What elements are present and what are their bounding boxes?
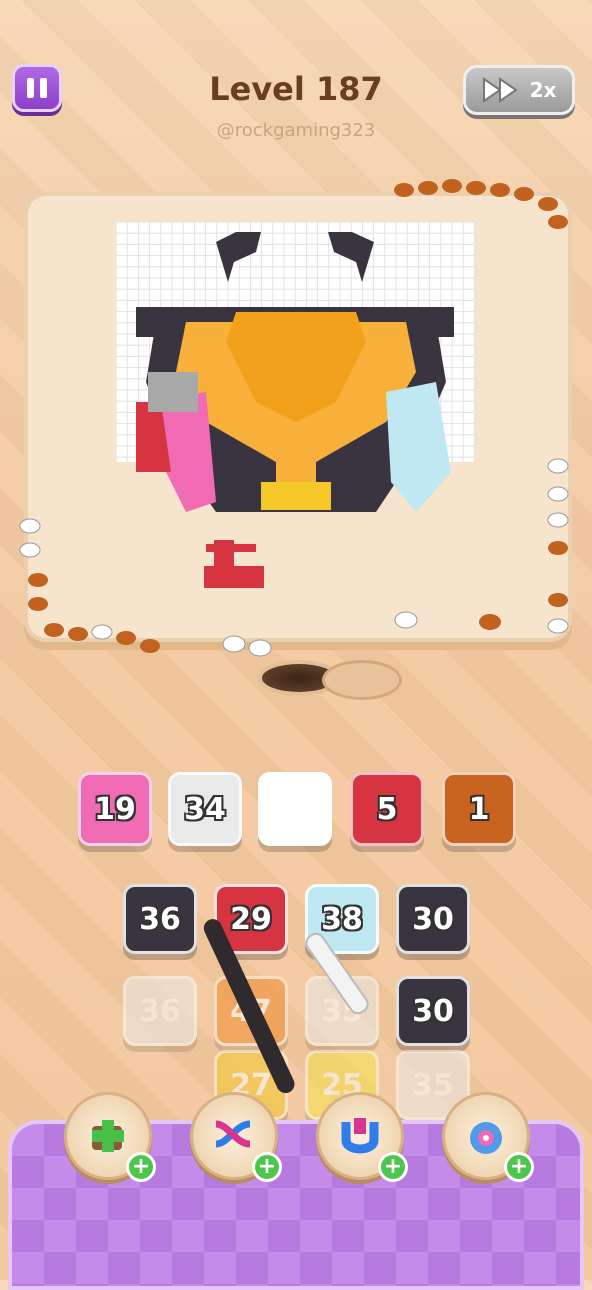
speed-label: 2x bbox=[529, 78, 557, 102]
ant-trail-top bbox=[394, 179, 568, 229]
bank-slot[interactable]: 19 bbox=[78, 772, 152, 846]
ant-trail-left bbox=[19, 518, 160, 653]
red-pieces bbox=[204, 540, 264, 588]
fast-forward-icon bbox=[482, 77, 518, 103]
flower-icon bbox=[470, 1122, 502, 1154]
player-handle: @rockgaming323 bbox=[216, 120, 376, 141]
bank-slot[interactable]: 1 bbox=[442, 772, 516, 846]
number-tile[interactable]: 30 bbox=[396, 976, 470, 1046]
magnet-icon bbox=[341, 1118, 379, 1154]
bank-slot-empty[interactable] bbox=[258, 772, 332, 846]
plus-icon[interactable]: + bbox=[126, 1152, 156, 1182]
number-tile[interactable]: 36 bbox=[123, 976, 197, 1046]
number-tile[interactable]: 30 bbox=[396, 884, 470, 954]
speed-button[interactable]: 2x bbox=[463, 65, 575, 115]
plus-icon[interactable]: + bbox=[378, 1152, 408, 1182]
pixel-art-trophy bbox=[116, 222, 474, 552]
bank-slot[interactable]: 34 bbox=[168, 772, 242, 846]
ant-trail-right bbox=[547, 458, 569, 634]
plus-icon[interactable]: + bbox=[252, 1152, 282, 1182]
add-box-icon bbox=[92, 1120, 124, 1152]
plus-icon[interactable]: + bbox=[504, 1152, 534, 1182]
shuffle-icon bbox=[215, 1120, 251, 1148]
hole-lid bbox=[322, 660, 402, 700]
bank-slot[interactable]: 5 bbox=[350, 772, 424, 846]
number-tile[interactable]: 36 bbox=[123, 884, 197, 954]
